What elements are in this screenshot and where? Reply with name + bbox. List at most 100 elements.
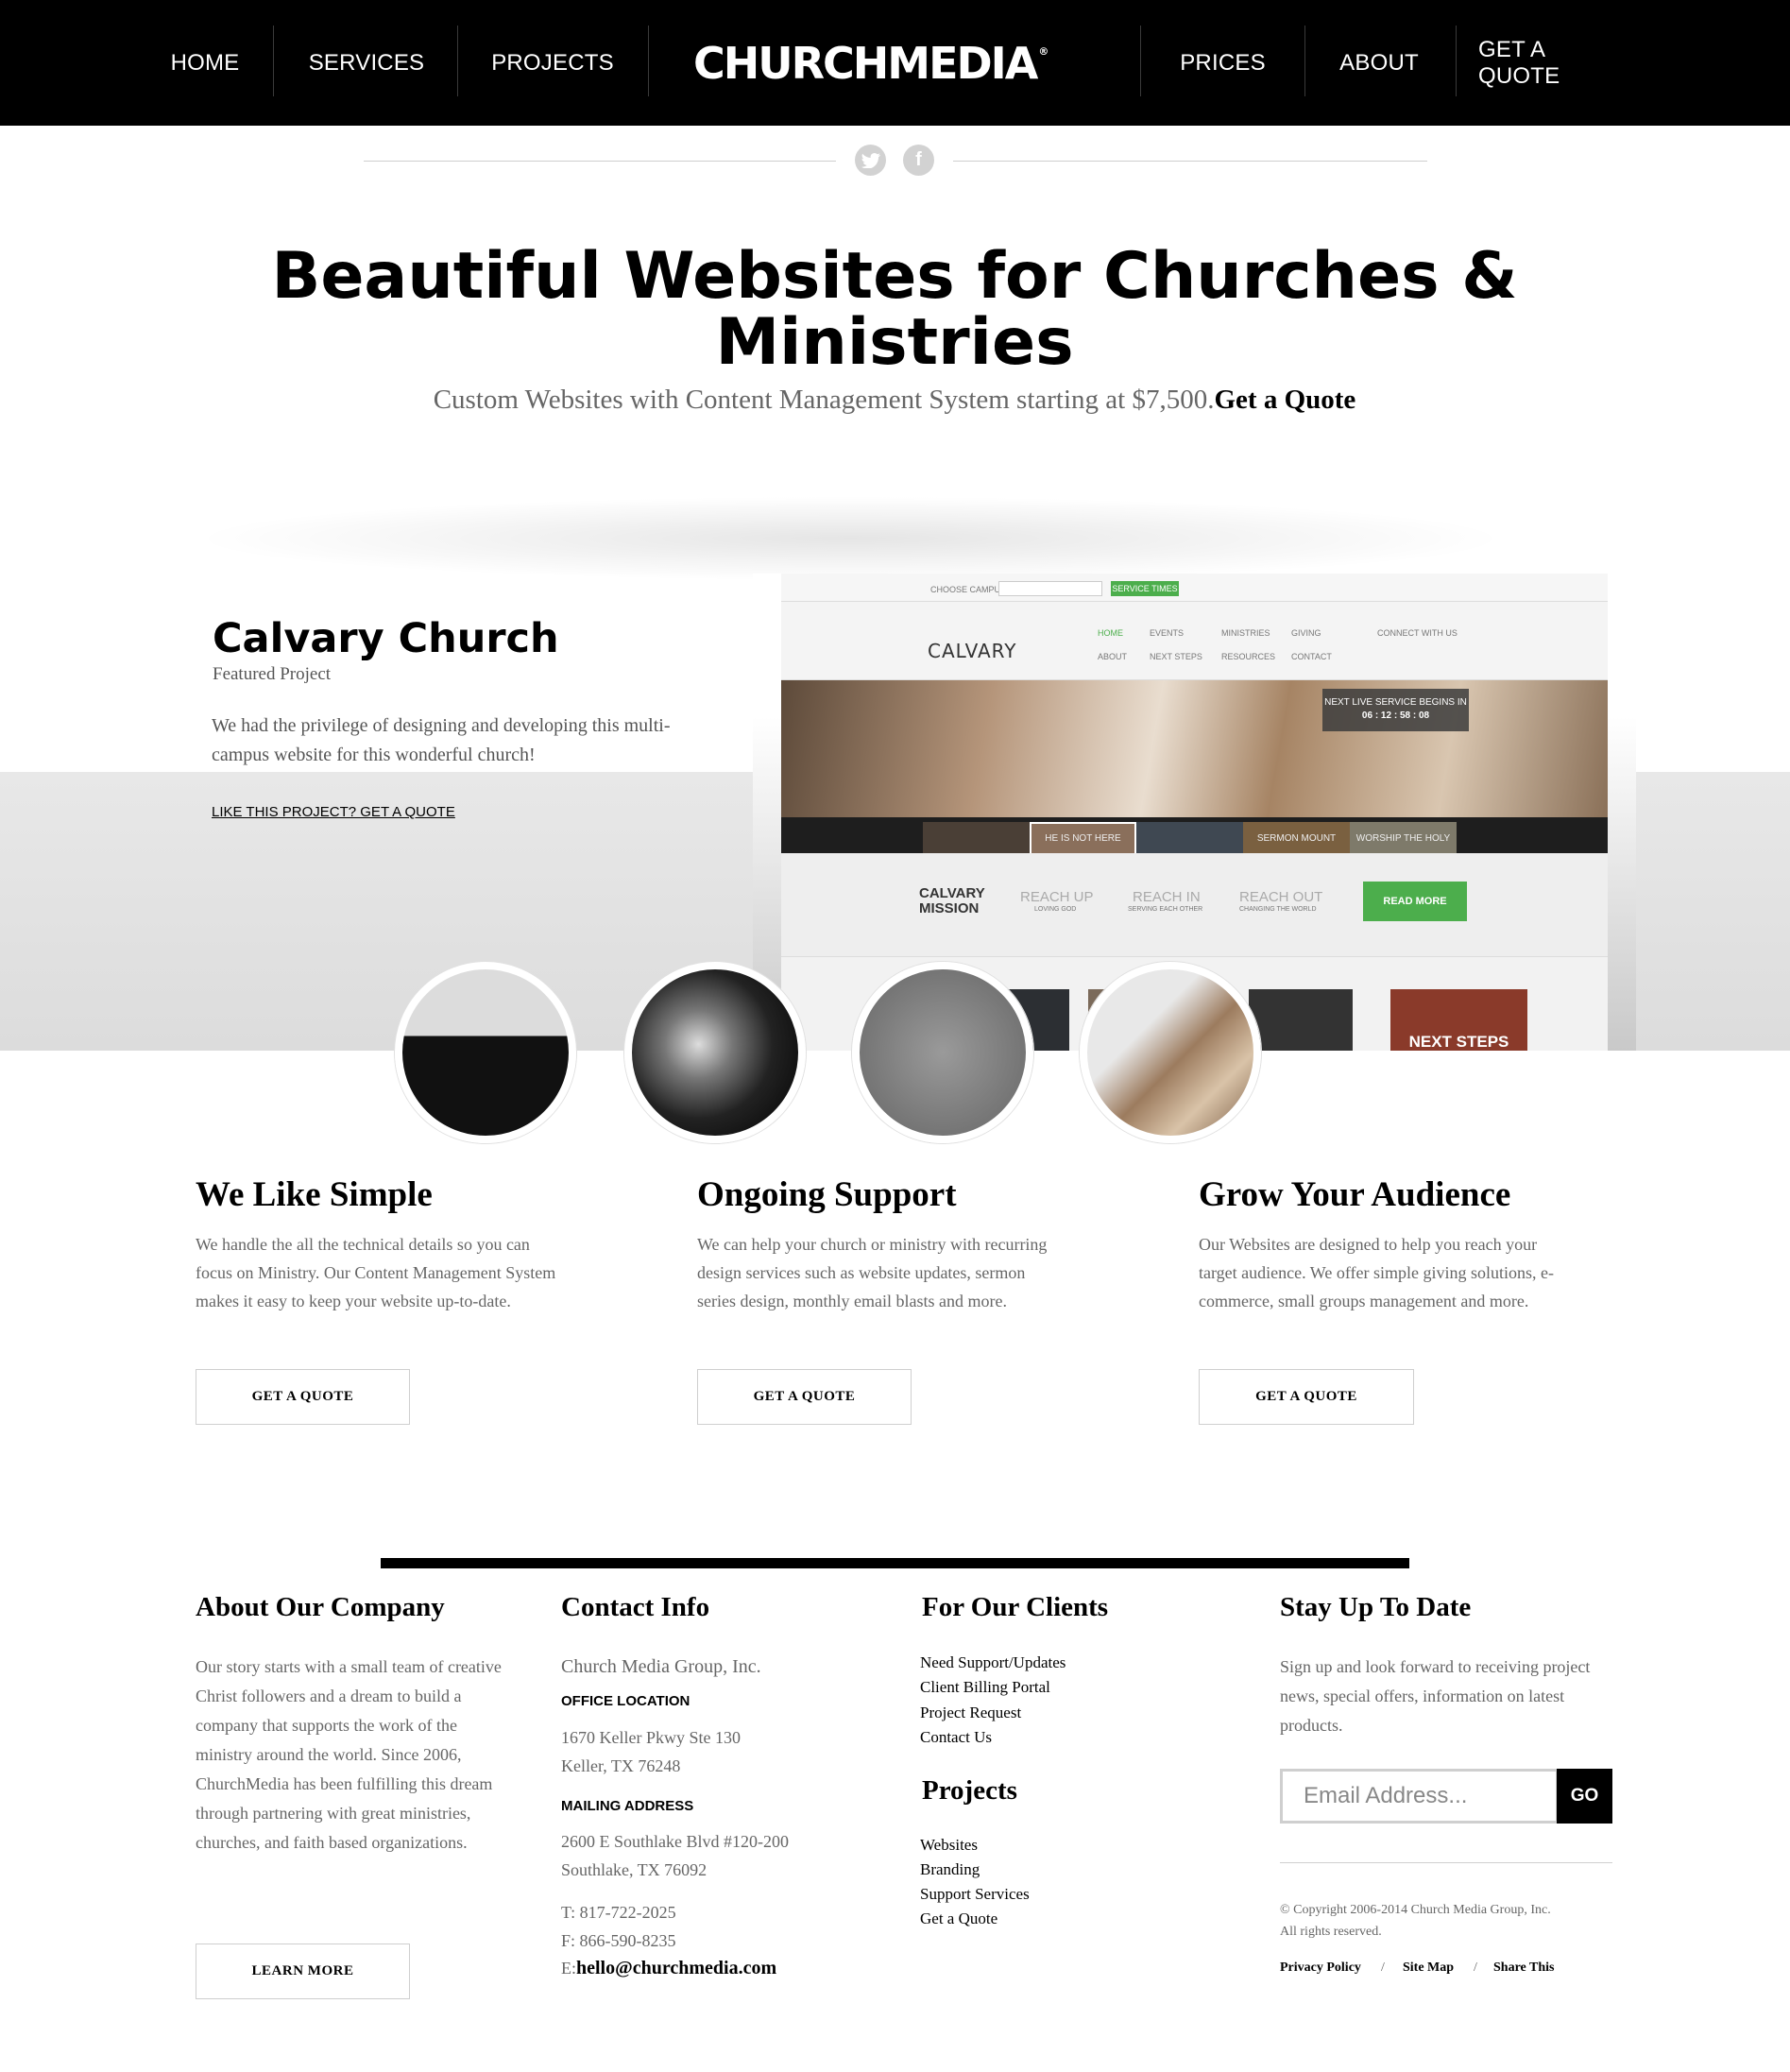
feature-text: We handle the all the technical details … [196,1235,556,1310]
nav-home[interactable]: HOME [161,0,249,126]
mock-thumb: SERMON MOUNT [1243,822,1350,855]
social-rule-right [953,161,1427,162]
mock-campus-label: CHOOSE CAMPUS [930,585,1007,594]
feature-title: Ongoing Support [697,1175,957,1214]
mock-nav-item: NEXT STEPS [1150,652,1202,661]
mock-nav-item: MINISTRIES [1221,628,1270,638]
newsletter-go-button[interactable]: GO [1557,1769,1612,1824]
mock-countdown: NEXT LIVE SERVICE BEGINS IN 06 : 12 : 58… [1322,689,1469,731]
office-address-line: Keller, TX 76248 [561,1756,681,1775]
footer-clients-title: For Our Clients [922,1592,1109,1622]
contact-phone: T: 817-722-2025 [561,1903,676,1922]
contact-company: Church Media Group, Inc. [561,1656,761,1677]
facebook-icon[interactable]: f [903,145,934,176]
featured-project-quote-link[interactable]: LIKE THIS PROJECT? GET A QUOTE [212,804,455,820]
mock-hero-image [781,680,1608,817]
feature-title: We Like Simple [196,1175,433,1214]
footer-client-link[interactable]: Contact Us [920,1728,992,1747]
mock-tile-next-steps: NEXT STEPS [1390,989,1527,1051]
mock-thumb [923,822,1030,855]
mock-reach: REACH OUT [1239,889,1323,905]
legal-separator: / [1474,1961,1477,1975]
feature-quote-button[interactable]: GET A QUOTE [1199,1369,1414,1425]
mock-nav-item: GIVING [1291,628,1321,638]
office-location-label: OFFICE LOCATION [561,1693,690,1709]
mock-thumb: HE IS NOT HERE [1030,822,1136,855]
featured-project-subtitle: Featured Project [213,664,332,684]
mock-thumb: WORSHIP THE HOLY [1350,822,1457,855]
copyright-line: © Copyright 2006-2014 Church Media Group… [1280,1903,1551,1917]
mock-nav-item: CONTACT [1291,652,1332,661]
contact-email-prefix: E: [561,1959,576,1978]
footer-divider [381,1558,1409,1568]
mock-mission-bar [781,853,1608,957]
feature-quote-button[interactable]: GET A QUOTE [196,1369,410,1425]
mock-campus-select [998,581,1102,596]
mock-countdown-value: 06 : 12 : 58 : 08 [1361,711,1430,721]
mock-reach-sub: LOVING GOD [1034,906,1077,913]
nav-divider [457,26,458,96]
share-this-link[interactable]: Share This [1493,1961,1554,1976]
main-nav: HOME SERVICES PROJECTS CHURCHMEDIA ® PRIC… [0,0,1790,126]
nav-divider [1456,26,1457,96]
site-map-link[interactable]: Site Map [1403,1961,1454,1976]
privacy-policy-link[interactable]: Privacy Policy [1280,1961,1361,1976]
nav-divider [648,26,649,96]
project-thumbnail-circle[interactable] [852,962,1033,1143]
email-input[interactable]: Email Address... [1280,1769,1559,1824]
mock-mission-title: CALVARY MISSION [919,885,985,916]
mock-thumb [1136,822,1243,855]
footer-client-link[interactable]: Need Support/Updates [920,1653,1065,1672]
mock-reach: REACH IN [1133,889,1201,905]
mock-tile [1249,989,1353,1051]
mock-header [781,602,1608,680]
footer-project-link[interactable]: Websites [920,1836,978,1855]
hero-quote-link[interactable]: Get a Quote [1214,385,1355,415]
nav-projects[interactable]: PROJECTS [486,0,619,126]
mailing-address-line: 2600 E Southlake Blvd #120-200 [561,1832,789,1851]
project-thumbnail-circle[interactable] [624,962,806,1143]
nav-prices[interactable]: PRICES [1168,0,1277,126]
mock-topbar [781,574,1608,602]
featured-project-title: Calvary Church [213,615,559,662]
project-thumbnail-circle[interactable] [1080,962,1261,1143]
footer-contact-title: Contact Info [561,1592,710,1622]
feature-title: Grow Your Audience [1199,1175,1511,1214]
mock-read-more: READ MORE [1363,882,1467,921]
project-thumbnail-circle[interactable] [395,962,576,1143]
legal-separator: / [1381,1961,1385,1975]
nav-about[interactable]: ABOUT [1332,0,1426,126]
footer-client-link[interactable]: Project Request [920,1704,1021,1722]
footer-newsletter-title: Stay Up To Date [1280,1592,1472,1622]
site-logo[interactable]: CHURCHMEDIA ® [693,0,1048,126]
mock-service-times: SERVICE TIMES [1111,581,1179,596]
copyright: © Copyright 2006-2014 Church Media Group… [1280,1899,1620,1943]
hero-title: Beautiful Websites for Churches & Minist… [271,239,1518,380]
nav-services[interactable]: SERVICES [300,0,433,126]
mock-reach-sub: CHANGING THE WORLD [1239,906,1317,913]
feature-text: Our Websites are designed to help you re… [1199,1235,1554,1310]
footer-newsletter-rule [1280,1862,1612,1863]
hero-subtitle-text: Custom Websites with Content Management … [433,385,1215,415]
learn-more-button[interactable]: LEARN MORE [196,1944,410,1999]
contact-email-link[interactable]: hello@churchmedia.com [576,1958,776,1978]
mock-reach-sub: SERVING EACH OTHER [1128,906,1203,913]
social-rule-left [364,161,836,162]
footer-client-link[interactable]: Client Billing Portal [920,1678,1050,1697]
feature-quote-button[interactable]: GET A QUOTE [697,1369,912,1425]
mock-logo: CALVARY [928,640,1017,662]
logo-text: CHURCHMEDIA [693,37,1038,89]
mock-nav-item: ABOUT [1098,652,1128,661]
contact-fax: F: 866-590-8235 [561,1931,676,1950]
nav-get-a-quote[interactable]: GET A QUOTE [1478,0,1629,126]
footer-projects-title: Projects [922,1775,1017,1806]
footer-project-link[interactable]: Support Services [920,1885,1030,1904]
twitter-icon[interactable] [855,145,886,176]
feature-text: We can help your church or ministry with… [697,1235,1048,1310]
footer-project-link[interactable]: Get a Quote [920,1909,997,1928]
footer-project-link[interactable]: Branding [920,1860,980,1879]
contact-email-row: E:hello@churchmedia.com [561,1954,776,1983]
mock-nav-item: EVENTS [1150,628,1185,638]
mock-countdown-label: NEXT LIVE SERVICE BEGINS IN [1324,697,1467,708]
footer-about-title: About Our Company [196,1592,445,1622]
